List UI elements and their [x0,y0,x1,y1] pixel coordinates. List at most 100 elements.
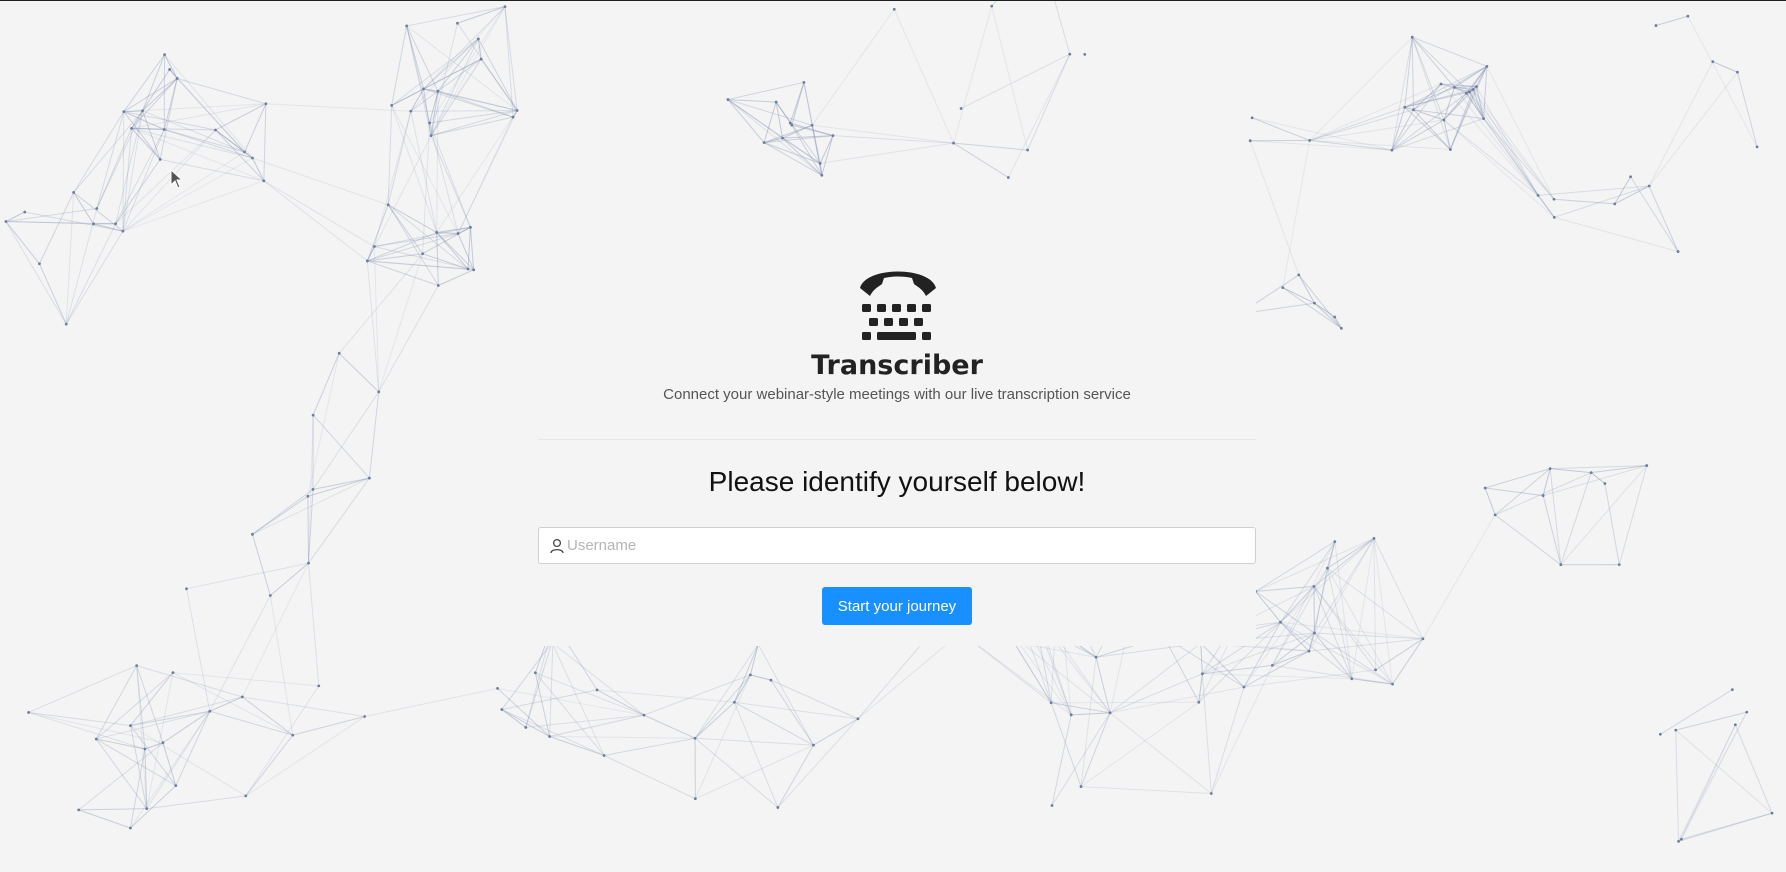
network-line [1549,468,1562,565]
network-line [1109,686,1245,714]
network-line [245,734,294,797]
network-node [1730,688,1734,692]
network-node [1589,471,1593,474]
network-line [1280,621,1424,640]
network-node [1677,839,1680,843]
network-node [1654,24,1658,27]
network-line [130,672,174,726]
network-line [38,263,67,325]
network-node [1448,148,1452,151]
network-line [65,223,117,325]
network-line [391,25,408,106]
network-node [175,77,179,80]
network-line [96,738,146,750]
network-node [94,737,98,741]
network-node [1686,14,1690,18]
network-line [185,588,211,712]
network-node [143,747,147,751]
network-node [405,24,409,28]
network-line [643,714,696,739]
network-node [1333,540,1337,543]
network-node [377,390,381,394]
network-node [1552,197,1556,201]
network-line [308,477,370,564]
network-node [1770,811,1774,815]
network-line [1392,638,1424,685]
network-line [1675,730,1680,842]
network-line [95,738,148,809]
network-line [603,755,696,800]
network-node [1050,804,1054,807]
network-line [242,696,365,718]
network-line [244,103,267,153]
network-line [1550,468,1592,474]
network-node [1541,494,1545,497]
network-line [1255,537,1375,592]
network-node [251,156,254,160]
network-line [763,142,821,164]
network-node [802,81,806,84]
network-line [136,665,243,698]
network-node [409,109,413,113]
network-node [208,709,212,713]
start-journey-button[interactable]: Start your journey [822,587,972,625]
network-node [1279,620,1282,624]
network-line [95,672,174,740]
network-line [1054,1,1071,55]
network-line [1494,514,1562,566]
network-line [1051,702,1111,714]
network-line [307,496,309,564]
network-node [1453,85,1456,89]
network-node [64,322,68,326]
network-line [1071,712,1111,716]
network-line [1200,643,1203,674]
login-heading: Please identify yourself below! [708,466,1086,497]
network-node [774,100,778,104]
network-line [1678,724,1736,842]
username-field[interactable] [538,527,1256,564]
network-line [5,221,67,325]
network-line [123,78,178,113]
network-line [1734,724,1773,814]
network-line [820,142,954,164]
network-node [92,222,95,226]
network-line [1309,119,1444,141]
network-line [367,260,439,286]
network-line [1282,287,1342,329]
network-node [264,102,268,106]
network-node [533,671,537,675]
network-line [391,38,479,106]
username-input[interactable] [567,528,1247,563]
network-line [251,534,271,596]
network-line [457,116,514,234]
network-node [1069,713,1073,717]
network-line [549,714,645,738]
network-line [78,808,147,811]
network-node [1412,108,1415,112]
network-line [123,54,165,112]
network-line [1411,36,1455,88]
network-line [1648,71,1738,187]
network-node [1374,668,1377,672]
network-line [1675,729,1773,814]
network-line [1309,139,1451,150]
network-node [1467,90,1471,94]
network-line [378,253,424,392]
network-line [1280,541,1336,623]
network-node [311,413,315,417]
network-line [694,674,751,799]
network-line [387,204,437,233]
network-line [1660,689,1733,735]
network-line [122,129,165,232]
network-node [466,267,470,271]
network-line [164,54,253,159]
network-node [1482,117,1485,120]
network-line [1687,15,1758,148]
network-node [1442,118,1446,122]
network-line [307,563,320,686]
network-line [603,737,696,756]
network-node [1464,91,1468,95]
network-line [78,809,131,829]
network-node [1326,566,1329,570]
network-line [694,701,735,739]
